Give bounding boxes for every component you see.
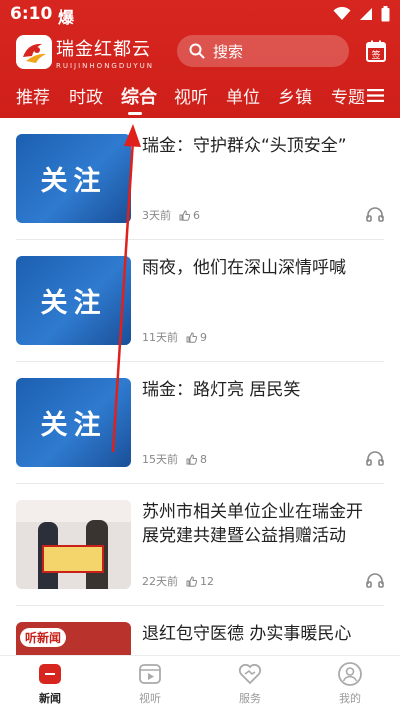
headphones-icon[interactable] (366, 206, 384, 222)
tab-topics[interactable]: 专题 (331, 83, 365, 108)
notification-indicator: 爆 (58, 8, 75, 27)
signin-button[interactable]: 签 (366, 40, 386, 62)
photo-banner (16, 500, 131, 522)
article-meta: 15天前 8 (142, 451, 207, 467)
like-count: 9 (186, 331, 207, 344)
thumbnail-text: 关注 (40, 288, 107, 319)
app-logo (16, 35, 52, 69)
article-title: 瑞金：守护群众“头顶安全” (142, 136, 347, 156)
status-time: 6:10 (10, 4, 53, 24)
thumbs-up-icon (186, 453, 197, 465)
like-count: 12 (186, 575, 214, 588)
listen-news-badge: 听新闻 (20, 628, 67, 647)
battery-icon (381, 6, 390, 22)
article-meta: 22天前 12 (142, 573, 214, 589)
tab-recommend[interactable]: 推荐 (16, 83, 50, 108)
brand: 瑞金红都云 RUIJINHONGDUYUN (56, 35, 154, 70)
bottom-navigation: 新闻 视听 服务 我的 (0, 655, 400, 711)
like-number: 8 (200, 452, 207, 466)
news-icon (39, 664, 61, 684)
signin-label: 签 (371, 49, 380, 61)
wifi-icon (333, 7, 351, 20)
article-thumbnail (16, 500, 131, 589)
headphones-icon[interactable] (366, 572, 384, 588)
article-item[interactable]: 苏州市相关单位企业在瑞金开展党建共建暨公益捐赠活动 22天前 12 (0, 484, 400, 606)
thumbs-up-icon (179, 209, 190, 221)
tab-comprehensive[interactable]: 综合 (121, 83, 157, 109)
article-title: 苏州市相关单位企业在瑞金开展党建共建暨公益捐赠活动 (142, 502, 363, 546)
like-count: 6 (179, 209, 200, 222)
article-item[interactable]: 关注 瑞金：守护群众“头顶安全” 3天前 6 (0, 118, 400, 240)
article-time: 3天前 (142, 209, 171, 222)
search-bar[interactable]: 搜索 (177, 35, 349, 67)
photo-plaque (42, 545, 104, 573)
status-bar: 6:10 爆 (0, 0, 400, 30)
brand-subtitle: RUIJINHONGDUYUN (56, 62, 155, 70)
like-number: 12 (200, 574, 214, 588)
signal-icon (360, 8, 372, 20)
article-item[interactable]: 关注 瑞金：路灯亮 居民笑 15天前 8 (0, 362, 400, 484)
article-item[interactable]: 听新闻 退红包守医德 办实事暖民心 (0, 606, 400, 656)
article-item[interactable]: 关注 雨夜，他们在深山深情呼喊 11天前 9 (0, 240, 400, 362)
logo-icon (23, 43, 46, 63)
like-number: 9 (200, 330, 207, 344)
tab-towns[interactable]: 乡镇 (278, 83, 312, 108)
article-title: 退红包守医德 办实事暖民心 (142, 624, 352, 644)
active-tab-indicator (128, 112, 142, 115)
service-icon (238, 663, 262, 685)
nav-news[interactable]: 新闻 (0, 656, 100, 711)
thumbnail-text: 关注 (40, 166, 107, 197)
article-thumbnail: 关注 (16, 378, 131, 467)
article-meta: 3天前 6 (142, 207, 200, 223)
menu-icon[interactable] (367, 88, 384, 103)
tab-politics[interactable]: 时政 (69, 83, 103, 108)
app-header: 6:10 爆 瑞金红都云 RUIJINHONGDUYUN 搜索 签 推荐 时政 … (0, 0, 400, 118)
status-icons (333, 6, 390, 22)
article-time: 15天前 (142, 453, 178, 466)
tab-audiovisual[interactable]: 视听 (174, 83, 208, 108)
profile-icon (338, 662, 362, 686)
like-count: 8 (186, 453, 207, 466)
nav-label: 视听 (139, 692, 161, 705)
brand-name: 瑞金红都云 (56, 39, 151, 60)
article-time: 22天前 (142, 575, 178, 588)
article-meta: 11天前 9 (142, 329, 207, 345)
nav-label: 新闻 (39, 692, 61, 705)
thumbnail-text: 关注 (40, 410, 107, 441)
nav-profile[interactable]: 我的 (300, 656, 400, 711)
nav-video[interactable]: 视听 (100, 656, 200, 711)
article-thumbnail: 听新闻 (16, 622, 131, 656)
calendar-sign-icon: 签 (366, 40, 386, 62)
nav-label: 服务 (239, 692, 261, 705)
nav-label: 我的 (339, 692, 361, 705)
article-title: 雨夜，他们在深山深情呼喊 (142, 258, 346, 278)
article-thumbnail: 关注 (16, 256, 131, 345)
headphones-icon[interactable] (366, 450, 384, 466)
article-time: 11天前 (142, 331, 178, 344)
video-icon (139, 664, 161, 684)
article-title: 瑞金：路灯亮 居民笑 (142, 380, 301, 400)
category-tabs: 推荐 时政 综合 视听 单位 乡镇 专题 (0, 83, 400, 113)
like-number: 6 (193, 208, 200, 222)
thumbs-up-icon (186, 575, 197, 587)
nav-service[interactable]: 服务 (200, 656, 300, 711)
search-placeholder: 搜索 (213, 42, 244, 61)
thumbs-up-icon (186, 331, 197, 343)
tab-units[interactable]: 单位 (226, 83, 260, 108)
article-thumbnail: 关注 (16, 134, 131, 223)
search-icon (189, 43, 205, 59)
